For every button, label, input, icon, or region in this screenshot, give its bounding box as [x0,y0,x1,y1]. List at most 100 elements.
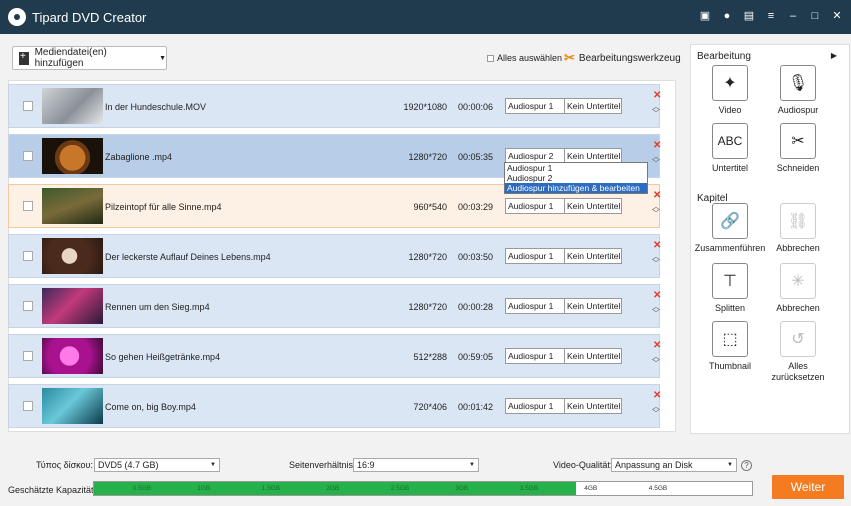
help-icon[interactable]: ? [741,460,752,471]
file-name: Rennen um den Sieg.mp4 [105,302,210,312]
media-row[interactable]: Come on, big Boy.mp4 720*406 00:01:42 Audio… [8,384,661,428]
add-file-icon [19,51,29,65]
row-checkbox[interactable] [23,101,33,111]
reorder-icon[interactable]: ︿ ﹀ [652,103,660,118]
aspect-select[interactable]: 16:9 ▼ [353,458,479,472]
audio-track-select[interactable]: Audiospur 1 [505,198,565,214]
video-thumbnail [42,388,103,424]
audio-track-select[interactable]: Audiospur 1 [505,248,565,264]
row-checkbox[interactable] [23,401,33,411]
subtitle-select[interactable]: Kein Untertitel [565,398,622,414]
dropdown-option-add[interactable]: Audiospur hinzufügen & bearbeiten [505,183,647,193]
merge-cancel-tool[interactable]: ⛓ Abbrechen [759,203,837,254]
audio-track-select[interactable]: Audiospur 1 [505,98,565,114]
row-checkbox[interactable] [23,201,33,211]
audio-track-select[interactable]: Audiospur 1 [505,348,565,364]
video-tool[interactable]: ✦ Video [691,65,769,116]
magic-wand-icon: ✦ [712,65,748,101]
disc-type-select[interactable]: DVD5 (4.7 GB) ▼ [94,458,220,472]
chevron-down-icon: ▼ [210,462,216,468]
row-checkbox[interactable] [23,351,33,361]
capacity-tick: 1GB [197,485,211,492]
delete-icon[interactable]: ✕ [653,290,661,301]
minimize-icon[interactable]: – [787,10,799,22]
delete-icon[interactable]: ✕ [653,140,661,151]
subtitle-select[interactable]: Kein Untertitel [565,298,622,314]
media-row[interactable]: In der Hundeschule.MOV 1920*1080 00:00:06 A… [8,84,661,128]
dropdown-option[interactable]: Audiospur 1 [505,163,647,173]
delete-icon[interactable]: ✕ [653,240,661,251]
reorder-icon[interactable]: ︿ ﹀ [652,353,660,368]
maximize-icon[interactable]: □ [809,10,821,22]
reset-all-tool[interactable]: ↺ Alles zurücksetzen [759,321,837,383]
subtitle-select[interactable]: Kein Untertitel [565,248,622,264]
select-all-label: Alles auswählen [497,53,563,63]
capacity-tick: 3.5GB [519,485,539,492]
next-button[interactable]: Weiter [772,475,844,499]
thumbnail-tool[interactable]: ⬚ Thumbnail [691,321,769,372]
disc-type-value: DVD5 (4.7 GB) [98,460,159,470]
delete-icon[interactable]: ✕ [653,340,661,351]
split-icon: ⊤ [712,263,748,299]
duration: 00:59:05 [457,352,493,362]
user-icon[interactable]: ● [721,10,733,22]
media-row[interactable]: So gehen Heißgetränke.mp4 512*288 00:59:05… [8,334,661,378]
reorder-icon[interactable]: ︿ ﹀ [652,203,660,218]
select-all-checkbox[interactable]: Alles auswählen [487,53,562,63]
split-tool[interactable]: ⊤ Splitten [691,263,769,314]
audio-track-select[interactable]: Audiospur 1 [505,298,565,314]
edit-heading: Bearbeitung [697,51,751,62]
window-title: Tipard DVD Creator [32,10,147,25]
subtitle-tool[interactable]: ABC Untertitel [691,123,769,174]
subtitle-select[interactable]: Kein Untertitel [565,98,622,114]
checkbox-icon [487,54,494,62]
tool-label: Splitten [714,303,746,313]
edit-tool-button[interactable]: ✂ Bearbeitungswerkzeug [564,50,681,66]
reorder-icon[interactable]: ︿ ﹀ [652,303,660,318]
split-cancel-tool[interactable]: ✳ Abbrechen [759,263,837,314]
row-checkbox[interactable] [23,251,33,261]
dropdown-option[interactable]: Audiospur 2 [505,173,647,183]
delete-icon[interactable]: ✕ [653,390,661,401]
quality-label: Video-Qualität: [553,460,613,470]
subtitle-select[interactable]: Kein Untertitel [565,348,622,364]
capacity-tick: 4GB [584,485,598,492]
reorder-icon[interactable]: ︿ ﹀ [652,253,660,268]
scissors-icon: ✂ [780,123,816,159]
row-checkbox[interactable] [23,151,33,161]
capacity-label: Geschätzte Kapazität: [8,485,97,495]
reorder-icon[interactable]: ︿ ﹀ [652,403,660,418]
resolution: 512*288 [413,352,447,362]
tools-icon: ✂ [564,50,575,65]
tool-label: Audiospur [777,105,819,115]
add-media-button[interactable]: Mediendatei(en) hinzufügen ▼ [12,46,167,70]
expand-arrow-icon[interactable]: ▶ [831,51,837,60]
duration: 00:00:06 [457,102,493,112]
duration: 00:03:29 [457,202,493,212]
delete-icon[interactable]: ✕ [653,90,661,101]
media-row[interactable]: Der leckerste Auflauf Deines Lebens.mp4 1… [8,234,661,278]
media-row[interactable]: Rennen um den Sieg.mp4 1280*720 00:00:28 Au… [8,284,661,328]
row-checkbox[interactable] [23,301,33,311]
menu-icon[interactable]: ≡ [765,10,777,22]
audio-track-dropdown[interactable]: Audiospur 1 Audiospur 2 Audiospur hinzuf… [504,162,648,194]
audio-tool[interactable]: 🎙 Audiospur [759,65,837,116]
cut-tool[interactable]: ✂ Schneiden [759,123,837,174]
resolution: 1920*1080 [403,102,447,112]
subtitle-select[interactable]: Kein Untertitel [565,198,622,214]
merge-tool[interactable]: 🔗 Zusammenführen [691,203,769,254]
chevron-down-icon: ▼ [727,462,733,468]
resolution: 960*540 [413,202,447,212]
duration: 00:00:28 [457,302,493,312]
tool-label: Abbrechen [776,303,820,313]
save-icon[interactable]: ▣ [699,10,711,22]
reorder-icon[interactable]: ︿ ﹀ [652,153,660,168]
quality-select[interactable]: Anpassung an Disk ▼ [611,458,737,472]
close-icon[interactable]: ✕ [831,10,843,22]
undo-icon: ↺ [780,321,816,357]
delete-icon[interactable]: ✕ [653,190,661,201]
feedback-icon[interactable]: ▤ [743,10,755,22]
tool-label: Thumbnail [708,361,752,371]
resolution: 1280*720 [408,252,447,262]
audio-track-select[interactable]: Audiospur 1 [505,398,565,414]
